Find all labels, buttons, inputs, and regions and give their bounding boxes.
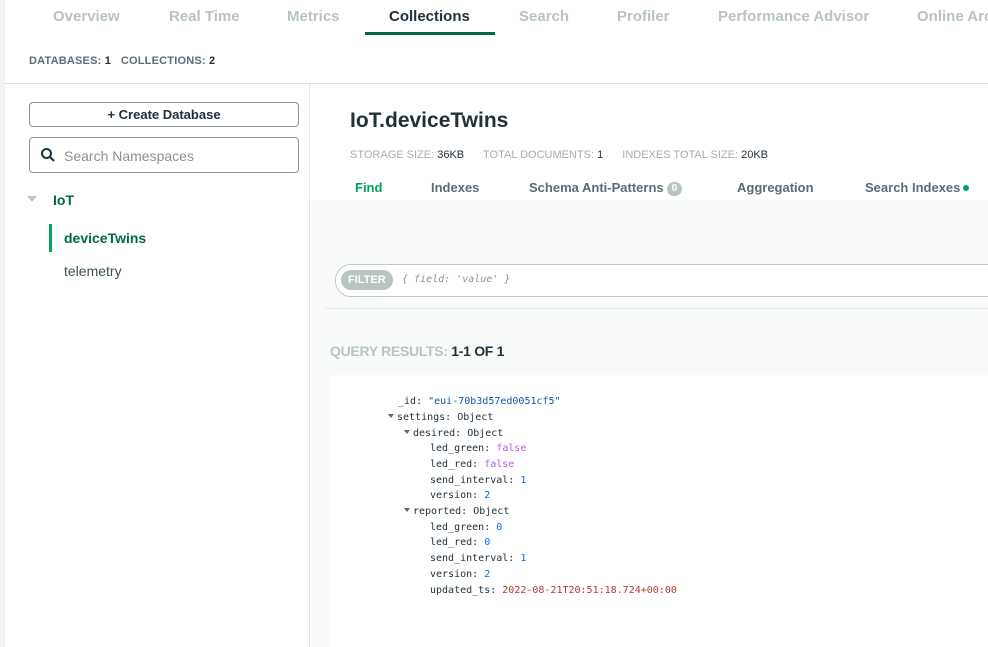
namespace-sidebar: + Create Database IoT deviceTwins teleme… <box>5 84 310 647</box>
top-tab-bar: Overview Real Time Metrics Collections S… <box>5 0 988 36</box>
namespace-search[interactable] <box>29 137 299 173</box>
subtab-search-indexes-label: Search Indexes <box>865 180 961 195</box>
tab-metrics[interactable]: Metrics <box>287 8 340 25</box>
field-key: desired <box>413 428 456 439</box>
subtab-indexes[interactable]: Indexes <box>431 180 479 195</box>
field-row: version: 2 <box>430 490 491 501</box>
chevron-down-icon[interactable] <box>388 414 394 418</box>
storage-size-label: STORAGE SIZE: <box>350 149 435 161</box>
field-row: version: 2 <box>430 569 491 580</box>
field-value: 1 <box>520 475 527 486</box>
workspace-divider <box>325 308 988 309</box>
tab-profiler[interactable]: Profiler <box>617 8 670 25</box>
collection-subtabs: Find Indexes Schema Anti-Patterns 0 Aggre… <box>311 180 988 202</box>
field-value: 2022-08-21T20:51:18.724+00:00 <box>502 585 677 596</box>
tab-overview[interactable]: Overview <box>53 8 120 25</box>
collections-count: 2 <box>209 55 216 67</box>
field-key: _id <box>398 396 417 407</box>
field-type: Object <box>473 506 510 517</box>
database-name[interactable]: IoT <box>53 192 74 208</box>
field-key: settings <box>397 412 446 423</box>
field-value: 0 <box>496 522 503 533</box>
search-namespaces-input[interactable] <box>62 144 294 168</box>
subtab-schema-anti-patterns[interactable]: Schema Anti-Patterns 0 <box>529 180 683 196</box>
chevron-down-icon[interactable] <box>27 196 37 202</box>
namespace-title: IoT.deviceTwins <box>350 109 509 132</box>
status-dot-icon <box>963 185 970 191</box>
collection-item-telemetry[interactable]: telemetry <box>64 263 122 279</box>
collection-stats: STORAGE SIZE: 36KB TOTAL DOCUMENTS: 1 IN… <box>350 149 768 161</box>
field-key: reported <box>413 506 462 517</box>
field-row[interactable]: settings: Object <box>388 411 493 425</box>
field-row: send_interval: 1 <box>430 553 527 564</box>
databases-count: 1 <box>104 55 112 67</box>
field-row: _id: "eui-70b3d57ed0051cf5" <box>398 396 561 407</box>
tab-performance-advisor[interactable]: Performance Advisor <box>718 8 869 25</box>
storage-size-value: 36KB <box>437 149 465 161</box>
field-row: led_green: false <box>430 443 527 454</box>
field-row[interactable]: reported: Object <box>404 505 509 519</box>
subtab-aggregation[interactable]: Aggregation <box>737 180 814 195</box>
query-results-summary: QUERY RESULTS: 1-1 OF 1 <box>330 343 504 359</box>
field-value: 0 <box>484 537 491 548</box>
query-results-label: QUERY RESULTS: <box>330 343 448 359</box>
subtab-schema-label: Schema Anti-Patterns <box>529 180 664 195</box>
field-row: led_red: false <box>430 459 515 470</box>
query-results-count: 1-1 OF 1 <box>451 343 505 359</box>
field-type: Object <box>457 412 494 423</box>
subtab-find[interactable]: Find <box>355 180 382 195</box>
search-icon <box>41 148 55 162</box>
tab-collections[interactable]: Collections <box>389 8 470 25</box>
collections-label: COLLECTIONS: <box>120 55 206 67</box>
create-database-button[interactable]: + Create Database <box>29 102 299 127</box>
field-row: send_interval: 1 <box>430 475 527 486</box>
field-value: false <box>496 443 527 454</box>
find-workspace: FILTER { field: 'value' } QUERY RESULTS:… <box>311 200 988 647</box>
field-row: updated_ts: 2022-08-21T20:51:18.724+00:0… <box>430 585 677 596</box>
chevron-down-icon[interactable] <box>404 430 410 434</box>
indexes-size-value: 20KB <box>741 149 769 161</box>
tab-search[interactable]: Search <box>519 8 569 25</box>
subtab-search-indexes[interactable]: Search Indexes <box>865 180 970 195</box>
tab-online-archive[interactable]: Online Archive <box>917 8 988 25</box>
field-value: 2 <box>484 490 491 501</box>
field-value: false <box>484 459 515 470</box>
field-row: led_red: 0 <box>430 537 491 548</box>
tab-real-time[interactable]: Real Time <box>169 8 240 25</box>
field-value: 2 <box>484 569 491 580</box>
field-value: 1 <box>520 553 527 564</box>
filter-input[interactable]: { field: 'value' } <box>402 274 510 285</box>
indexes-size-label: INDEXES TOTAL SIZE: <box>622 149 739 161</box>
cluster-counts: DATABASES: 1 COLLECTIONS: 2 <box>29 55 215 67</box>
databases-label: DATABASES: <box>29 55 102 67</box>
active-collection-indicator <box>49 224 52 252</box>
filter-label: FILTER <box>341 270 393 290</box>
chevron-down-icon[interactable] <box>404 508 410 512</box>
field-row: led_green: 0 <box>430 522 503 533</box>
filter-bar[interactable]: FILTER { field: 'value' } <box>335 264 988 297</box>
total-documents-value: 1 <box>597 149 604 161</box>
collection-item-devicetwins[interactable]: deviceTwins <box>64 230 146 246</box>
total-documents-label: TOTAL DOCUMENTS: <box>483 149 595 161</box>
field-row[interactable]: desired: Object <box>404 427 503 441</box>
document-card: _id: "eui-70b3d57ed0051cf5" settings: Ob… <box>330 375 988 647</box>
field-value: "eui-70b3d57ed0051cf5" <box>428 396 561 407</box>
field-type: Object <box>467 428 504 439</box>
active-tab-indicator <box>365 32 495 35</box>
schema-count-badge: 0 <box>666 182 683 196</box>
